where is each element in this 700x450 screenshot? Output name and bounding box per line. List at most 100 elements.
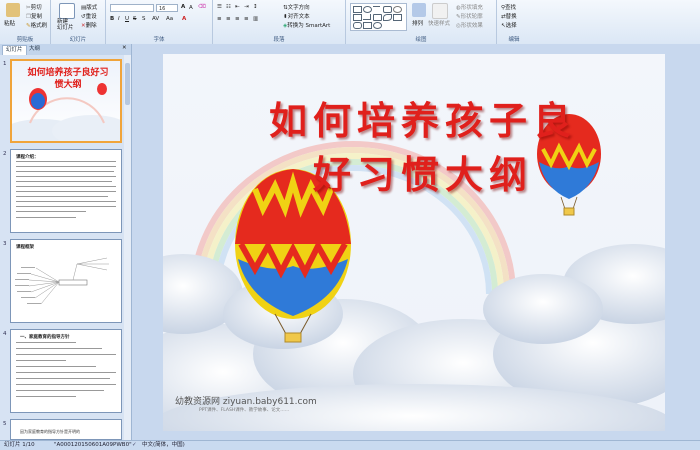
select-button[interactable]: ↖选择 (501, 21, 517, 29)
cut-button[interactable]: ✂剪切 (26, 3, 42, 11)
circle-shape-icon[interactable] (393, 6, 402, 13)
panel-tabs: 幻灯片 大纲 ✕ (0, 44, 131, 55)
justify-icon[interactable]: ≡ (244, 16, 249, 22)
thumb-5-text: 因为家庭教育的指导方针是开明的 (20, 429, 80, 434)
slide-thumbnail-1[interactable]: 如何培养孩子良好习惯大纲 (10, 59, 122, 143)
text-direction-button[interactable]: ⇅文字方向 (283, 3, 310, 11)
change-case-icon[interactable]: Aa (166, 16, 173, 22)
slide-title[interactable]: 如何培养孩子良 好习惯大纲 (203, 94, 643, 202)
shrink-font-icon[interactable]: A (189, 5, 193, 11)
format-painter-button[interactable]: ✎格式刷 (26, 21, 47, 29)
shadow-icon[interactable]: S (142, 16, 146, 22)
shape-fill-button[interactable]: ◍形状填充 (456, 3, 483, 11)
text-line (16, 378, 110, 379)
reset-button[interactable]: ↺重设 (81, 12, 97, 20)
text-line (16, 366, 96, 367)
slides-panel: 幻灯片 大纲 ✕ 1 如何培养孩子良好习惯大纲 2 课程介绍： 3 课程框架 4… (0, 44, 132, 440)
drawing-group: 排列 快速样式 ◍形状填充 ✎形状轮廓 ◎形状效果 绘图 (346, 0, 497, 44)
callout-shape-icon[interactable] (363, 22, 372, 29)
paragraph-group-label: 段落 (273, 37, 285, 43)
paste-button[interactable]: 粘贴 (4, 19, 15, 27)
bullets-icon[interactable]: ☰ (217, 4, 222, 10)
columns-icon[interactable]: ▥ (253, 16, 258, 22)
text-line (16, 196, 108, 197)
decrease-indent-icon[interactable]: ⇤ (235, 4, 240, 10)
line-shape-icon[interactable] (373, 6, 380, 12)
text-line (16, 354, 116, 355)
text-line (16, 171, 114, 172)
font-name-select[interactable] (110, 4, 154, 12)
underline-icon[interactable]: U (125, 16, 129, 22)
align-right-icon[interactable]: ≡ (235, 16, 240, 22)
clear-format-icon[interactable]: ⌫ (198, 4, 206, 10)
current-slide[interactable]: 如何培养孩子良 好习惯大纲 幼教资源网 ziyuan.baby611.com P… (163, 54, 665, 431)
slides-group-label: 幻灯片 (69, 37, 87, 43)
text-line (16, 161, 116, 162)
tab-outline[interactable]: 大纲 (26, 45, 43, 54)
text-line (16, 181, 112, 182)
slide-number: 1 (3, 61, 7, 67)
slide-number: 3 (3, 241, 7, 247)
delete-button[interactable]: ✕删除 (81, 21, 97, 29)
quick-styles-button[interactable]: 快速样式 (428, 19, 450, 27)
slide-thumbnail-4[interactable]: 一、家庭教育的指导方针 (10, 329, 122, 413)
curve-shape-icon[interactable] (383, 14, 392, 21)
slide-thumbnail-5[interactable]: 因为家庭教育的指导方针是开明的 (10, 419, 122, 440)
increase-indent-icon[interactable]: ⇥ (244, 4, 249, 10)
italic-icon[interactable]: I (118, 16, 120, 22)
quick-styles-icon[interactable] (432, 3, 448, 19)
line-spacing-icon[interactable]: ↕ (253, 4, 258, 10)
slide-title-line-1: 如何培养孩子良 (268, 98, 577, 143)
triangle-shape-icon[interactable] (373, 14, 382, 21)
text-line (16, 201, 116, 202)
slide-number: 2 (3, 151, 7, 157)
layout-button[interactable]: ▤版式 (81, 3, 97, 11)
brace-shape-icon[interactable] (353, 22, 362, 29)
grow-font-icon[interactable]: A (181, 4, 185, 10)
replace-button[interactable]: ⇄替换 (501, 12, 517, 20)
text-line (16, 396, 76, 397)
numbering-icon[interactable]: ☷ (226, 4, 231, 10)
rectangle-shape-icon[interactable] (353, 6, 362, 13)
shape-effects-button[interactable]: ◎形状效果 (456, 21, 483, 29)
rounded-rect-shape-icon[interactable] (383, 6, 392, 13)
panel-scroll-thumb[interactable] (125, 63, 130, 105)
oval-shape-icon[interactable] (363, 6, 372, 13)
paste-icon[interactable] (6, 3, 20, 17)
align-text-button[interactable]: ⬍对齐文本 (283, 12, 310, 20)
char-spacing-icon[interactable]: AV (152, 16, 159, 22)
close-panel-icon[interactable]: ✕ (122, 45, 127, 51)
font-size-select[interactable]: 16 (156, 4, 178, 12)
slides-group: 新建 幻灯片 ▤版式 ↺重设 ✕删除 幻灯片 (51, 0, 106, 44)
shapes-gallery[interactable] (350, 3, 407, 31)
arrange-button[interactable]: 排列 (412, 19, 423, 27)
text-line (16, 217, 76, 218)
font-group-label: 字体 (153, 37, 165, 43)
panel-scrollbar[interactable] (124, 55, 131, 440)
shape-outline-button[interactable]: ✎形状轮廓 (456, 12, 483, 20)
thumb-2-heading: 课程介绍： (16, 155, 39, 160)
text-line (16, 186, 116, 187)
text-line (16, 360, 66, 361)
new-slide-icon[interactable] (59, 3, 75, 19)
text-line (16, 211, 86, 212)
slide-thumbnail-3[interactable]: 课程框架 (10, 239, 122, 323)
smartart-button[interactable]: ◈转换为 SmartArt (283, 21, 330, 29)
align-left-icon[interactable]: ≡ (217, 16, 222, 22)
arrow-shape-icon[interactable] (363, 14, 371, 20)
font-group: 16 A A ⌫ B I U S S AV Aa A 字体 (106, 0, 213, 44)
thumb-1-title: 如何培养孩子良好习惯大纲 (27, 68, 109, 90)
tab-slides[interactable]: 幻灯片 (2, 45, 27, 55)
font-color-icon[interactable]: A (182, 16, 186, 22)
new-slide-button[interactable]: 新建 幻灯片 (57, 19, 74, 31)
slide-thumbnail-2[interactable]: 课程介绍： (10, 149, 122, 233)
copy-button[interactable]: ❐复制 (26, 12, 42, 20)
find-button[interactable]: ⚲查找 (501, 3, 516, 11)
arrange-icon[interactable] (412, 3, 426, 17)
bold-icon[interactable]: B (110, 16, 114, 22)
align-center-icon[interactable]: ≡ (226, 16, 231, 22)
strikethrough-icon[interactable]: S (133, 16, 137, 22)
textbox-shape-icon[interactable] (353, 14, 362, 21)
smiley-shape-icon[interactable] (373, 22, 382, 29)
star-shape-icon[interactable] (393, 14, 402, 21)
